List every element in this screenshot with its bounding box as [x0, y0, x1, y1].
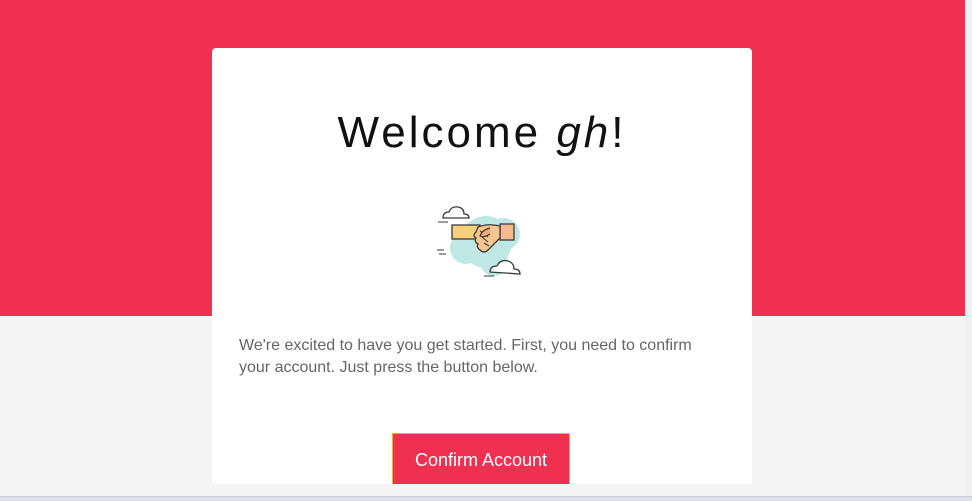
- username: gh: [556, 108, 612, 157]
- email-page: Welcome gh! We're excited to have you ge…: [0, 0, 972, 501]
- page-title: Welcome gh!: [212, 108, 752, 158]
- welcome-message: We're excited to have you get started. F…: [239, 337, 692, 376]
- confirm-account-button[interactable]: Confirm Account: [392, 433, 570, 484]
- handshake-icon: [434, 198, 534, 284]
- window-bottom-edge: [0, 496, 972, 501]
- welcome-prefix: Welcome: [337, 108, 557, 157]
- welcome-suffix: !: [611, 108, 627, 157]
- scrollbar-track[interactable]: [965, 0, 972, 501]
- welcome-card: Welcome gh! We're excited to have you ge…: [212, 48, 752, 484]
